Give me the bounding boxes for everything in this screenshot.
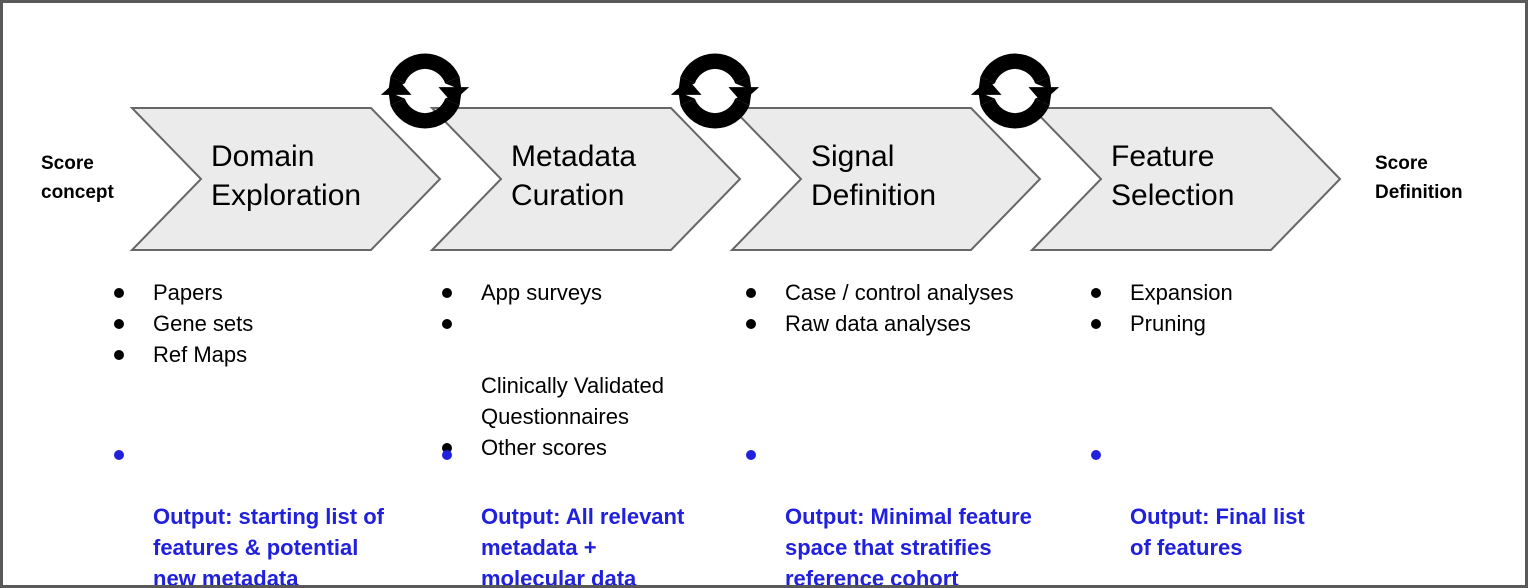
bullet-list: App surveys Clinically Validated Questio… [436,277,736,463]
stage-title: Domain Exploration [211,140,362,212]
bullet-list: Expansion Pruning [1085,277,1385,339]
output-label: Output: All relevant metadata + molecula… [481,504,685,588]
list-item-label: Papers [153,280,223,305]
bullet-dot-icon [1091,288,1101,298]
stage-details-signal-definition: Case / control analyses Raw data analyse… [740,277,1070,585]
list-item-label: Clinically Validated Questionnaires [481,373,665,429]
list-item: Ref Maps [108,339,428,370]
stage-details-metadata-curation: App surveys Clinically Validated Questio… [436,277,736,585]
list-item-label: Case / control analyses [785,280,1014,305]
bullet-dot-icon [442,319,452,329]
output-list: Output: All relevant metadata + molecula… [436,439,736,588]
bullet-dot-icon [114,319,124,329]
output-list: Output: Final list of features [1085,439,1385,563]
list-item-label: Gene sets [153,311,254,336]
bullet-dot-icon [746,319,756,329]
diagram-canvas: Score concept Score Definition Domain Ex… [0,0,1528,588]
list-item-label: Expansion [1130,280,1233,305]
stage-chevron-feature-selection[interactable]: Feature Selection [1029,107,1342,251]
list-item: Raw data analyses [740,308,1070,339]
output-label: Output: Final list of features [1130,504,1305,560]
output-label: Output: Minimal feature space that strat… [785,504,1032,588]
output-item: Output: starting list of features & pote… [108,439,428,588]
stage-title: Feature Selection [1111,140,1235,212]
stage-details-domain-exploration: Papers Gene sets Ref Maps Output: starti… [108,277,428,585]
bullet-dot-icon [114,450,124,460]
stage-title: Signal Definition [811,140,937,212]
score-definition-label: Score Definition [1375,153,1463,203]
cycle-arrows-icon [967,43,1063,139]
stage-details-feature-selection: Expansion Pruning Output: Final list of … [1085,277,1385,560]
list-item: Papers [108,277,428,308]
list-item-label: App surveys [481,280,603,305]
list-item: Clinically Validated Questionnaires [436,308,736,432]
list-item: Pruning [1085,308,1385,339]
output-list: Output: Minimal feature space that strat… [740,439,1070,588]
bullet-dot-icon [114,288,124,298]
list-item: App surveys [436,277,736,308]
bullet-dot-icon [114,350,124,360]
list-item-label: Pruning [1130,311,1206,336]
bullet-list: Case / control analyses Raw data analyse… [740,277,1070,339]
output-item: Output: Final list of features [1085,439,1385,563]
output-label: Output: starting list of features & pote… [153,504,384,588]
output-item: Output: All relevant metadata + molecula… [436,439,736,588]
bullet-dot-icon [1091,450,1101,460]
bullet-dot-icon [1091,319,1101,329]
output-list: Output: starting list of features & pote… [108,439,428,588]
list-item-label: Raw data analyses [785,311,971,336]
list-item: Gene sets [108,308,428,339]
list-item: Expansion [1085,277,1385,308]
list-item-label: Ref Maps [153,342,248,367]
list-item: Case / control analyses [740,277,1070,308]
bullet-dot-icon [746,450,756,460]
cycle-arrows-icon [377,43,473,139]
cycle-arrows-icon [667,43,763,139]
bullet-dot-icon [442,450,452,460]
bullet-dot-icon [746,288,756,298]
stage-title: Metadata Curation [511,140,637,212]
bullet-dot-icon [442,288,452,298]
bullet-list: Papers Gene sets Ref Maps [108,277,428,370]
output-item: Output: Minimal feature space that strat… [740,439,1070,588]
